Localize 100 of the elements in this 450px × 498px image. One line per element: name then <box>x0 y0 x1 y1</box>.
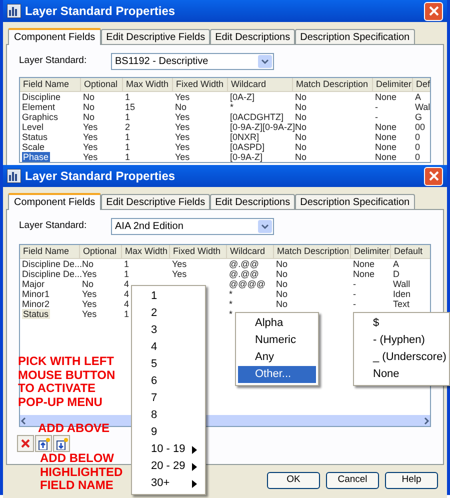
column-header[interactable]: Field Name <box>20 78 81 91</box>
table-cell: 1 <box>124 269 130 279</box>
tab[interactable]: Description Specification <box>295 29 415 44</box>
column-header[interactable]: Wildcard <box>227 245 274 258</box>
field-name-cell[interactable]: Status <box>22 132 48 142</box>
table-cell: 2 <box>125 122 130 132</box>
table-cell: None <box>375 132 397 142</box>
column-header[interactable]: Max Width <box>122 245 170 258</box>
menu-item[interactable]: Alpha <box>238 315 316 332</box>
field-name-cell[interactable]: Status <box>22 309 50 319</box>
tab[interactable]: Edit Descriptive Fields <box>101 29 210 44</box>
tab[interactable]: Component Fields <box>8 193 102 210</box>
window-title: Layer Standard Properties <box>25 3 176 20</box>
table-cell: 1 <box>125 152 130 162</box>
table-cell: 1 <box>125 112 130 122</box>
field-name-cell[interactable]: Scale <box>22 142 45 152</box>
table-cell: No <box>83 102 95 112</box>
field-name-cell[interactable]: Graphics <box>22 112 58 122</box>
table-cell: No <box>175 102 187 112</box>
dialog-button[interactable]: OK <box>267 472 320 489</box>
field-name-cell[interactable]: Element <box>22 102 56 112</box>
menu-item[interactable]: 6 <box>134 373 203 390</box>
dialog-button[interactable]: Help <box>385 472 438 489</box>
table-cell: No <box>295 132 307 142</box>
layer-standard-label: Layer Standard: <box>19 54 88 68</box>
menu-item[interactable]: 5 <box>134 356 203 373</box>
column-header[interactable]: Delimiter <box>373 78 413 91</box>
table-cell: * <box>229 289 233 299</box>
column-header[interactable]: Match Description <box>274 245 351 258</box>
table-cell: 0 <box>415 132 420 142</box>
field-name-cell[interactable]: Minor1 <box>22 289 50 299</box>
add-above-button[interactable] <box>35 435 52 452</box>
menu-item[interactable]: 9 <box>134 424 203 441</box>
table-cell: None <box>353 269 375 279</box>
column-header[interactable]: Field Name <box>20 245 80 258</box>
column-header[interactable]: Max Width <box>123 78 173 91</box>
menu-item[interactable]: None <box>356 366 447 383</box>
delete-field-button[interactable] <box>17 435 34 452</box>
table-cell: Yes <box>175 152 190 162</box>
tab[interactable]: Edit Descriptions <box>210 194 296 209</box>
tab[interactable]: Edit Descriptive Fields <box>101 194 210 209</box>
menu-item[interactable]: $ <box>356 315 447 332</box>
field-name-cell[interactable]: Discipline De... <box>22 269 82 279</box>
table-cell: Yes <box>82 299 97 309</box>
menu-item[interactable]: 3 <box>134 322 203 339</box>
column-header[interactable]: Wildcard <box>228 78 293 91</box>
close-button[interactable] <box>424 2 443 20</box>
field-name-cell[interactable]: Discipline De... <box>22 259 82 269</box>
column-header[interactable]: Default <box>391 245 430 258</box>
menu-item[interactable]: _ (Underscore) <box>356 349 447 366</box>
table-cell: [0A-Z] <box>230 92 255 102</box>
tab[interactable]: Edit Descriptions <box>210 29 296 44</box>
column-header[interactable]: Fixed Width <box>170 245 227 258</box>
menu-item[interactable]: 4 <box>134 339 203 356</box>
table-cell: @.@@ <box>229 269 259 279</box>
tab[interactable]: Component Fields <box>8 28 102 45</box>
field-name-cell[interactable]: Major <box>22 279 45 289</box>
menu-item[interactable]: - (Hyphen) <box>356 332 447 349</box>
table-cell: Text <box>393 299 410 309</box>
table-cell: 1 <box>125 132 130 142</box>
menu-item[interactable]: 8 <box>134 407 203 424</box>
menu-item[interactable]: Other... <box>238 366 316 383</box>
layer-standard-dropdown[interactable]: AIA 2nd Edition <box>111 218 274 235</box>
column-header[interactable]: Delimiter <box>351 245 391 258</box>
column-header[interactable]: Optional <box>81 78 123 91</box>
table-cell: Yes <box>82 309 97 319</box>
menu-item[interactable]: Any <box>238 349 316 366</box>
menu-item[interactable]: 10 - 19 <box>134 441 203 458</box>
table-cell: None <box>375 142 397 152</box>
column-header[interactable]: Fixed Width <box>173 78 228 91</box>
menu-item[interactable]: 2 <box>134 305 203 322</box>
table-cell: Yes <box>83 142 98 152</box>
field-name-cell[interactable]: Level <box>22 122 44 132</box>
menu-item[interactable]: 1 <box>134 288 203 305</box>
close-button[interactable] <box>424 166 443 186</box>
table-cell: A <box>393 259 400 269</box>
menu-item[interactable]: 7 <box>134 390 203 407</box>
table-cell: No <box>276 259 288 269</box>
table-cell: Yes <box>82 269 97 279</box>
layer-standard-dropdown[interactable]: BS1192 - Descriptive <box>111 53 274 70</box>
field-name-cell[interactable]: Discipline <box>22 92 61 102</box>
column-header[interactable]: Optional <box>80 245 122 258</box>
dialog-button[interactable]: Cancel <box>326 472 379 489</box>
table-cell: 1 <box>125 142 130 152</box>
column-header[interactable]: Def <box>413 78 430 91</box>
menu-item[interactable]: 20 - 29 <box>134 458 203 475</box>
window-title: Layer Standard Properties <box>25 168 176 185</box>
tab[interactable]: Description Specification <box>295 194 415 209</box>
field-name-cell[interactable]: Minor2 <box>22 299 50 309</box>
table-cell: [0NXR] <box>230 132 260 142</box>
close-icon <box>428 6 438 16</box>
table-cell: Wall <box>393 279 410 289</box>
table-cell: 1 <box>125 92 130 102</box>
menu-item[interactable]: 30+ <box>134 475 203 492</box>
column-header[interactable]: Match Description <box>293 78 373 91</box>
add-below-button[interactable] <box>53 435 70 452</box>
field-name-cell[interactable]: Phase <box>22 152 50 162</box>
table-cell: [0-9A-Z][0-9A-Z] <box>230 122 296 132</box>
menu-item[interactable]: Numeric <box>238 332 316 349</box>
table-cell: None <box>375 122 397 132</box>
